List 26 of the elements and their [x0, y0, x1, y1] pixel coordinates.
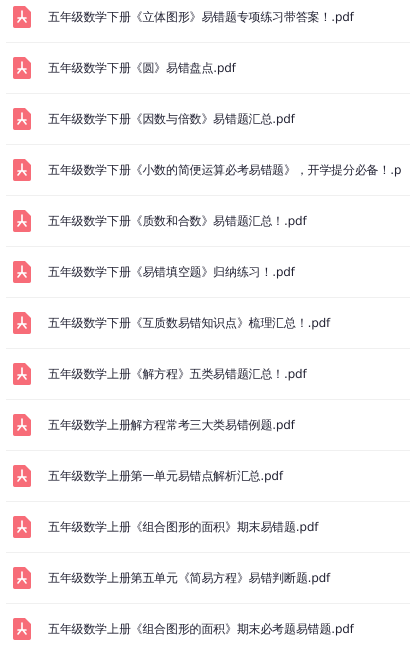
- pdf-icon: [13, 414, 31, 436]
- pdf-icon: [13, 108, 31, 130]
- pdf-icon: [13, 312, 31, 334]
- file-name[interactable]: 五年级数学上册解方程常考三大类易错例题.pdf: [48, 416, 295, 434]
- file-name[interactable]: 五年级数学下册《小数的简便运算必考易错题》，开学提分必备！.p: [48, 162, 402, 178]
- file-name[interactable]: 五年级数学下册《立体图形》易错题专项练习带答案！.pdf: [48, 8, 354, 26]
- pdf-icon: [13, 57, 31, 79]
- file-name[interactable]: 五年级数学上册《组合图形的面积》期末易错题.pdf: [48, 518, 318, 536]
- pdf-icon: [13, 465, 31, 487]
- pdf-icon: [13, 363, 31, 385]
- file-name[interactable]: 五年级数学上册《组合图形的面积》期末必考题易错题.pdf: [48, 620, 354, 638]
- file-name[interactable]: 五年级数学上册第一单元易错点解析汇总.pdf: [48, 468, 283, 484]
- pdf-icon: [13, 516, 31, 538]
- pdf-icon: [13, 567, 31, 589]
- pdf-icon: [13, 261, 31, 283]
- file-name[interactable]: 五年级数学下册《因数与倍数》易错题汇总.pdf: [48, 110, 295, 128]
- file-name[interactable]: 五年级数学下册《互质数易错知识点》梳理汇总！.pdf: [48, 314, 330, 332]
- pdf-icon: [13, 159, 31, 181]
- file-name[interactable]: 五年级数学下册《圆》易错盘点.pdf: [48, 60, 236, 76]
- pdf-icon: [13, 210, 31, 232]
- file-name[interactable]: 五年级数学下册《质数和合数》易错题汇总！.pdf: [48, 212, 306, 230]
- pdf-icon: [13, 6, 31, 28]
- file-name[interactable]: 五年级数学上册《解方程》五类易错题汇总！.pdf: [48, 366, 306, 382]
- pdf-icon: [13, 618, 31, 640]
- file-name[interactable]: 五年级数学下册《易错填空题》归纳练习！.pdf: [48, 264, 295, 280]
- file-name[interactable]: 五年级数学上册第五单元《简易方程》易错判断题.pdf: [48, 570, 330, 586]
